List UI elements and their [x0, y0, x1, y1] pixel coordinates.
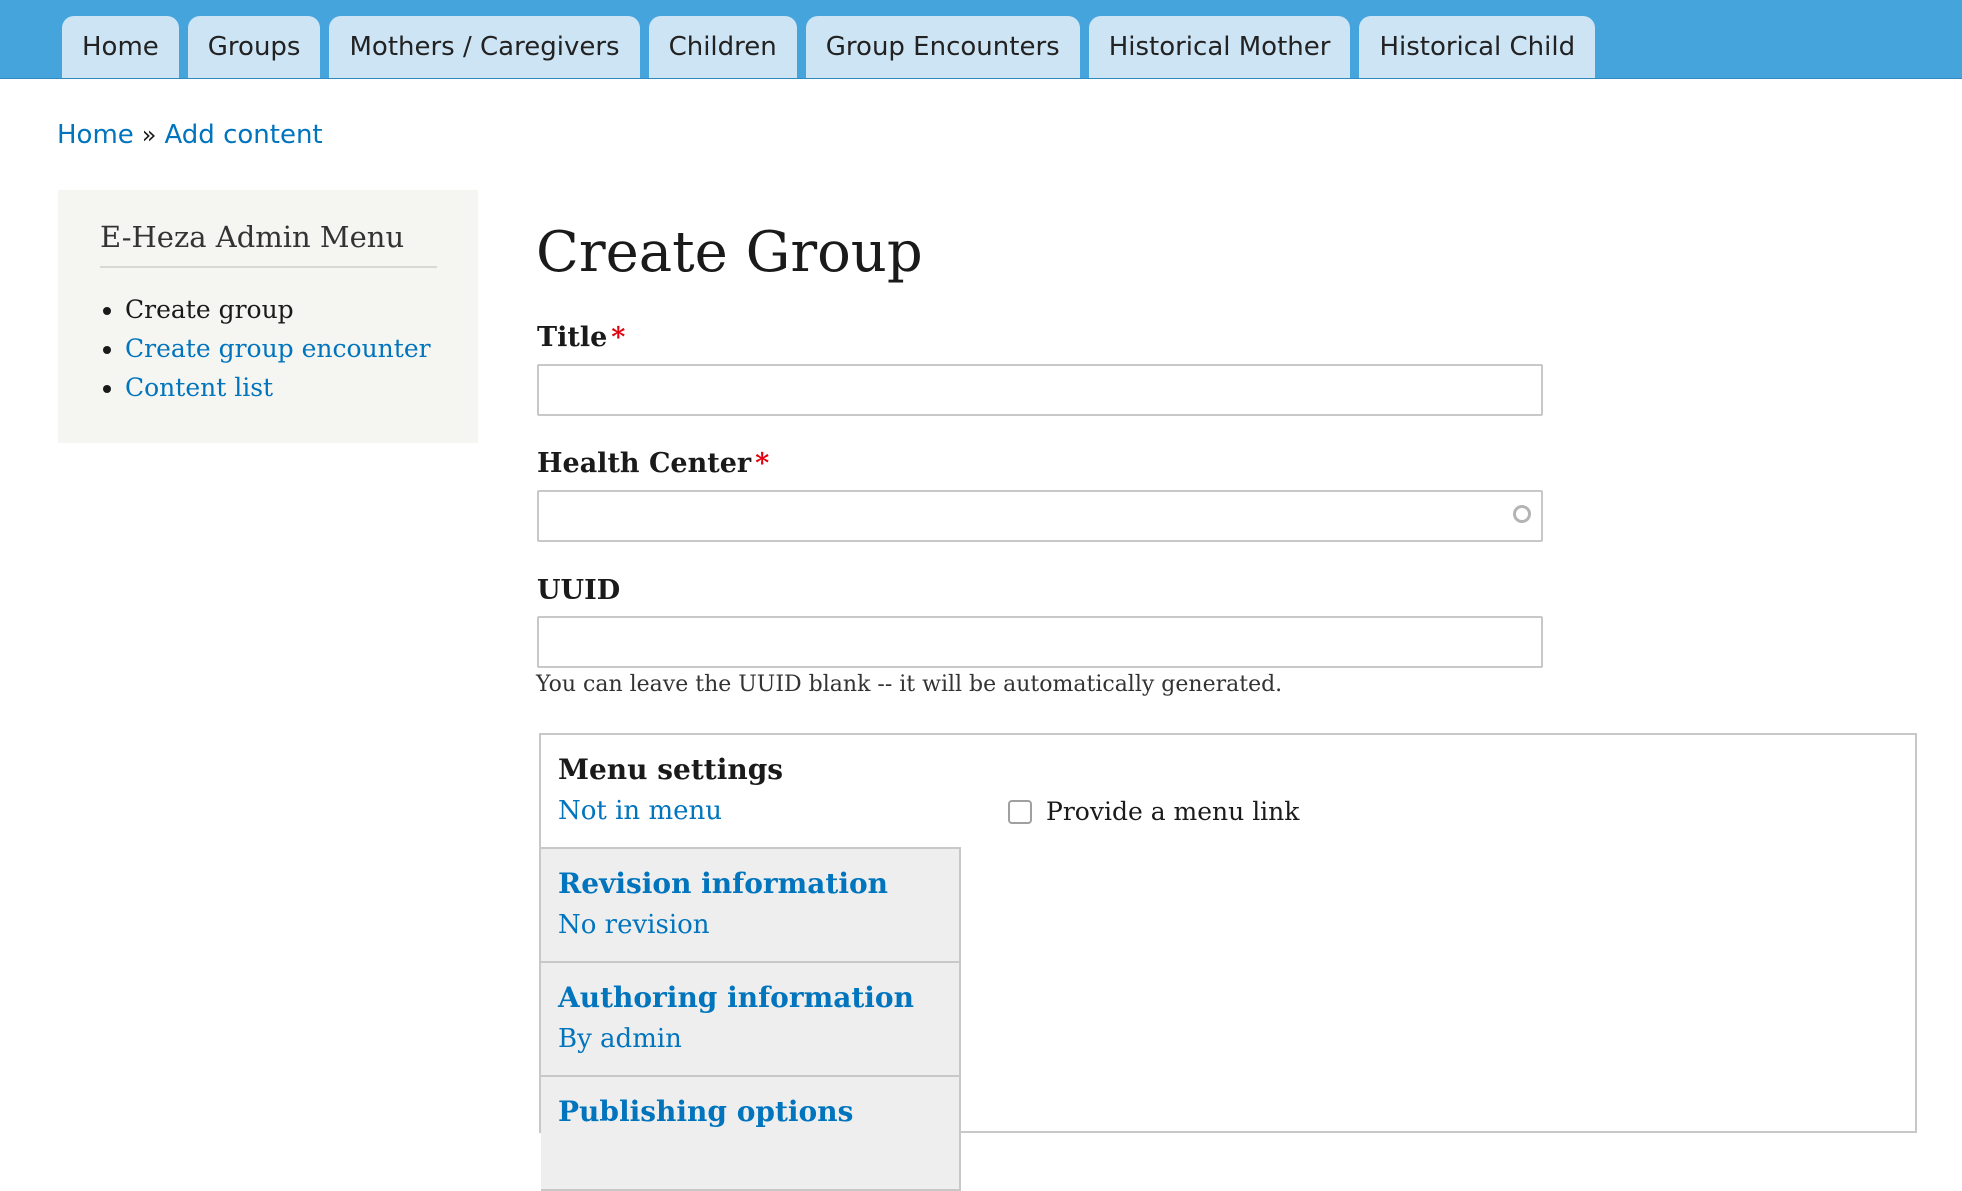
provide-menu-link-checkbox[interactable] [1008, 799, 1032, 824]
uuid-input[interactable] [537, 616, 1543, 668]
vtab-revision-information[interactable]: Revision information No revision [541, 849, 961, 963]
health-center-autocomplete-input[interactable] [537, 490, 1543, 542]
breadcrumb-separator: » [141, 121, 157, 149]
tab-groups[interactable]: Groups [187, 16, 321, 78]
vtab-title: Authoring information [558, 981, 914, 1014]
primary-tabs: Home Groups Mothers / Caregivers Childre… [62, 16, 1604, 78]
autocomplete-throbber-icon [1513, 505, 1531, 523]
admin-menu-link-content-list[interactable]: Content list [125, 373, 273, 402]
top-navigation-bar: Home Groups Mothers / Caregivers Childre… [0, 0, 1962, 79]
admin-menu-block: E-Heza Admin Menu Create group Create gr… [58, 190, 478, 443]
admin-menu-item-create-group: Create group [125, 290, 431, 329]
required-marker: * [755, 448, 770, 479]
admin-menu-item-label: Create group [125, 295, 294, 324]
tab-group-encounters[interactable]: Group Encounters [805, 16, 1080, 78]
vtab-title: Revision information [558, 867, 889, 900]
vertical-tabs: Menu settings Not in menu Revision infor… [539, 733, 1917, 1191]
title-input[interactable] [537, 364, 1543, 416]
title-label-text: Title [537, 322, 608, 353]
vtab-summary: No revision [558, 910, 710, 940]
uuid-description: You can leave the UUID blank -- it will … [536, 672, 1283, 697]
tab-historical-mother[interactable]: Historical Mother [1088, 16, 1351, 78]
vtab-summary: Not in menu [558, 796, 722, 826]
health-center-field-label: Health Center * [537, 448, 769, 479]
breadcrumb: Home» Add content [57, 120, 323, 150]
admin-menu-item-content-list: Content list [125, 368, 431, 407]
admin-menu-list: Create group Create group encounter Cont… [125, 290, 431, 407]
admin-menu-title: E-Heza Admin Menu [100, 220, 437, 268]
menu-settings-pane: Provide a menu link [1008, 797, 1299, 826]
tab-historical-child[interactable]: Historical Child [1359, 16, 1596, 78]
vtab-title: Menu settings [558, 753, 784, 786]
breadcrumb-add-content-link[interactable]: Add content [164, 120, 322, 150]
vertical-tabs-list: Menu settings Not in menu Revision infor… [541, 735, 961, 1191]
vtab-menu-settings[interactable]: Menu settings Not in menu [541, 735, 961, 849]
health-center-label-text: Health Center [537, 448, 752, 479]
vtab-authoring-information[interactable]: Authoring information By admin [541, 963, 961, 1077]
vtab-title: Publishing options [558, 1095, 854, 1128]
tab-mothers-caregivers[interactable]: Mothers / Caregivers [329, 16, 640, 78]
tab-home[interactable]: Home [62, 16, 179, 78]
uuid-field-label: UUID [537, 575, 621, 606]
title-field-label: Title * [537, 322, 625, 353]
required-marker: * [611, 322, 626, 353]
tab-children[interactable]: Children [648, 16, 797, 78]
admin-menu-item-create-group-encounter: Create group encounter [125, 329, 431, 368]
breadcrumb-home-link[interactable]: Home [57, 120, 134, 150]
provide-menu-link-label[interactable]: Provide a menu link [1046, 797, 1299, 826]
page-title: Create Group [536, 220, 923, 285]
admin-menu-link-create-group-encounter[interactable]: Create group encounter [125, 334, 431, 363]
vtab-summary: By admin [558, 1024, 682, 1054]
vtab-publishing-options[interactable]: Publishing options [541, 1077, 961, 1191]
